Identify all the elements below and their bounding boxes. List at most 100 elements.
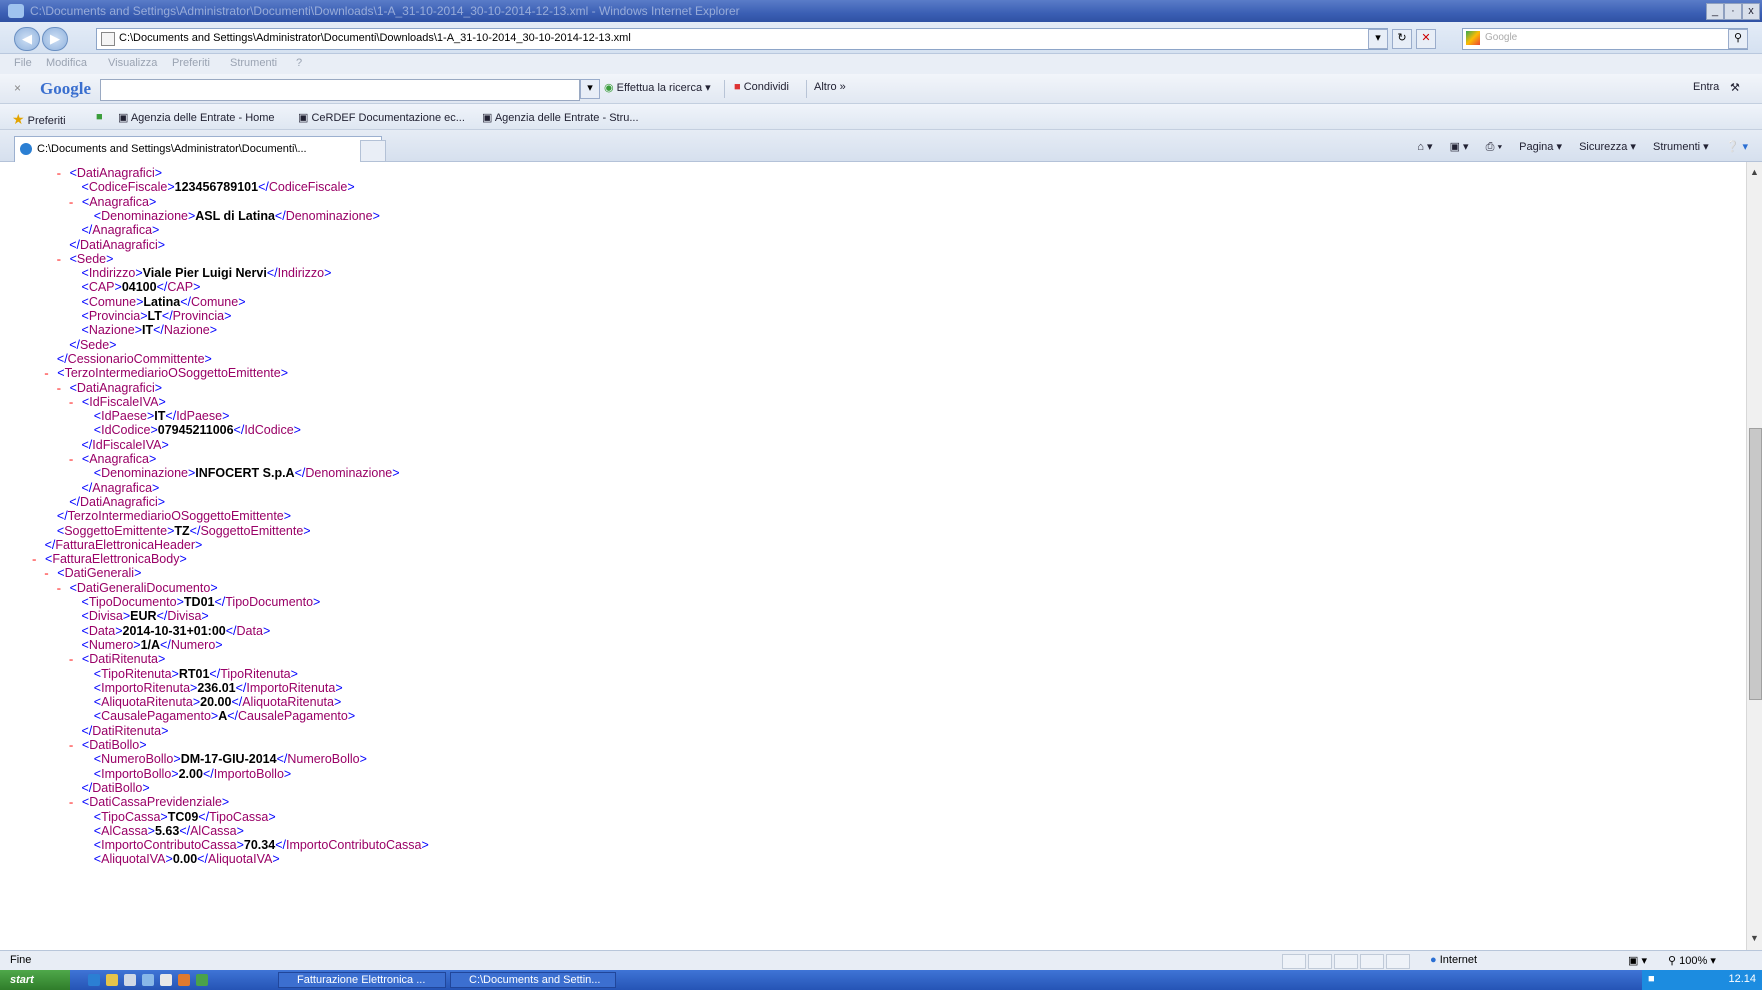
menu-file[interactable]: File — [14, 57, 32, 69]
scroll-down-icon[interactable]: ▼ — [1749, 932, 1760, 944]
vertical-scrollbar[interactable]: ▲ ▼ — [1746, 162, 1762, 950]
tools-menu[interactable]: Strumenti ▾ — [1653, 141, 1709, 153]
favorites-button[interactable]: ★ Preferiti — [12, 111, 66, 128]
xml-bracket: > — [114, 280, 122, 295]
xml-line[interactable]: - <DatiBollo> — [68, 738, 147, 753]
menu-strumenti[interactable]: Strumenti — [230, 57, 277, 69]
address-dropdown-button[interactable]: ▾ — [1368, 29, 1388, 49]
xml-bracket: </ — [274, 208, 286, 223]
google-search-input[interactable] — [100, 79, 580, 101]
xml-line[interactable]: - <DatiGenerali> — [43, 566, 142, 581]
app-quicklaunch-icon[interactable] — [142, 974, 154, 986]
tab-active[interactable]: C:\Documents and Settings\Administrator\… — [14, 136, 382, 163]
app-quicklaunch-icon[interactable] — [160, 974, 172, 986]
app-quicklaunch-icon[interactable] — [124, 974, 136, 986]
scroll-thumb[interactable] — [1749, 428, 1762, 700]
zoom-control[interactable]: ⚲ 100% ▾ — [1668, 954, 1716, 967]
help-icon[interactable]: ❔ ▾ — [1726, 141, 1748, 153]
signin-button[interactable]: Entra — [1693, 81, 1719, 93]
minimize-button[interactable]: _ — [1706, 3, 1724, 20]
search-button[interactable]: ⚲ — [1728, 29, 1748, 49]
collapse-toggle-icon[interactable]: - — [55, 167, 69, 181]
google-search-dropdown[interactable]: ▾ — [580, 79, 600, 99]
new-tab-button[interactable] — [360, 140, 386, 162]
taskbar-button[interactable]: Fatturazione Elettronica ... — [278, 972, 446, 988]
xml-line[interactable]: - <DatiAnagrafici> — [55, 166, 162, 181]
page-menu[interactable]: Pagina ▾ — [1519, 141, 1562, 153]
folder-quicklaunch-icon[interactable] — [106, 974, 118, 986]
more-button[interactable]: Altro » — [814, 81, 846, 93]
collapse-toggle-icon[interactable]: - — [68, 453, 82, 467]
collapse-toggle-icon[interactable]: - — [68, 653, 82, 667]
xml-line: <AliquotaIVA>0.00</AliquotaIVA> — [94, 852, 280, 866]
menu-modifica[interactable]: Modifica — [46, 57, 87, 69]
back-button[interactable]: ◀ — [14, 27, 40, 51]
xml-line[interactable]: - <TerzoIntermediarioOSoggettoEmittente> — [43, 366, 288, 381]
xml-bracket: < — [57, 366, 65, 381]
xml-line[interactable]: - <DatiGeneraliDocumento> — [55, 581, 217, 596]
app-quicklaunch-icon[interactable] — [178, 974, 190, 986]
maximize-button[interactable]: · — [1724, 3, 1742, 20]
xml-bracket: > — [283, 766, 292, 781]
xml-line[interactable]: - <Sede> — [55, 252, 113, 267]
safety-menu[interactable]: Sicurezza ▾ — [1579, 141, 1636, 153]
collapse-toggle-icon[interactable]: - — [68, 396, 82, 410]
collapse-toggle-icon[interactable]: - — [43, 367, 57, 381]
collapse-toggle-icon[interactable]: - — [55, 582, 69, 596]
xml-bracket: < — [93, 766, 102, 781]
menu-help[interactable]: ? — [296, 57, 302, 69]
xml-bracket: > — [303, 523, 311, 538]
menu-preferiti[interactable]: Preferiti — [172, 57, 210, 69]
xml-line[interactable]: - <Anagrafica> — [68, 452, 157, 467]
share-button[interactable]: ■ Condividi — [734, 81, 789, 93]
wrench-icon[interactable]: ⚒ — [1730, 81, 1740, 94]
xml-line[interactable]: - <DatiCassaPrevidenziale> — [68, 795, 230, 810]
feeds-icon[interactable]: ▣ ▾ — [1450, 141, 1469, 153]
stop-button[interactable]: ✕ — [1416, 29, 1436, 49]
separator — [724, 80, 725, 98]
xml-value: 236.01 — [197, 680, 236, 695]
address-bar[interactable]: C:\Documents and Settings\Administrator\… — [96, 28, 1388, 50]
google-search-button[interactable]: ◉ Effettua la ricerca ▾ — [604, 81, 711, 94]
collapse-toggle-icon[interactable]: - — [68, 796, 82, 810]
xml-tag: DatiRitenuta — [92, 723, 162, 738]
collapse-toggle-icon[interactable]: - — [55, 253, 69, 267]
ie-quicklaunch-icon[interactable] — [88, 974, 100, 986]
xml-line[interactable]: - <IdFiscaleIVA> — [68, 395, 166, 410]
print-icon[interactable]: ⎙ ▾ — [1486, 141, 1502, 153]
add-favorite-icon[interactable]: ■ — [96, 111, 103, 123]
xml-bracket: < — [93, 680, 102, 695]
xml-line[interactable]: - <FatturaElettronicaBody> — [31, 552, 187, 567]
xml-bracket: < — [81, 623, 89, 638]
xml-tag: FatturaElettronicaBody — [52, 552, 180, 567]
home-icon[interactable]: ⌂ ▾ — [1417, 141, 1432, 153]
collapse-toggle-icon[interactable]: - — [43, 567, 57, 581]
xml-tag: NumeroBollo — [287, 752, 360, 767]
start-button[interactable]: start — [0, 970, 70, 990]
xml-bracket: > — [262, 623, 271, 638]
favorite-link[interactable]: ▣ Agenzia delle Entrate - Home — [118, 111, 275, 124]
collapse-toggle-icon[interactable]: - — [68, 739, 82, 753]
menu-visualizza[interactable]: Visualizza — [108, 57, 157, 69]
xml-line[interactable]: - <DatiAnagrafici> — [55, 381, 162, 396]
xml-line[interactable]: - <DatiRitenuta> — [68, 652, 166, 667]
collapse-toggle-icon[interactable]: - — [68, 196, 82, 210]
collapse-toggle-icon[interactable]: - — [31, 553, 45, 567]
protected-mode-icon[interactable]: ▣ ▾ — [1628, 954, 1647, 967]
favorite-link[interactable]: ▣ CeRDEF Documentazione ec... — [298, 111, 465, 124]
network-icon[interactable]: ■ — [1648, 973, 1655, 985]
xml-line[interactable]: - <Anagrafica> — [68, 195, 157, 210]
search-input[interactable]: Google — [1462, 28, 1748, 50]
forward-button[interactable]: ▶ — [42, 27, 68, 51]
app-quicklaunch-icon[interactable] — [196, 974, 208, 986]
xml-tag: AliquotaRitenuta — [101, 695, 193, 710]
favorite-link[interactable]: ▣ Agenzia delle Entrate - Stru... — [482, 111, 639, 124]
close-button[interactable]: x — [1742, 3, 1760, 20]
collapse-toggle-icon[interactable]: - — [55, 382, 69, 396]
refresh-button[interactable]: ↻ — [1392, 29, 1412, 49]
scroll-up-icon[interactable]: ▲ — [1749, 166, 1760, 178]
close-toolbar-icon[interactable]: × — [14, 81, 21, 95]
xml-tag: DatiCassaPrevidenziale — [89, 795, 222, 810]
xml-tag: TerzoIntermediarioOSoggettoEmittente — [64, 366, 281, 381]
taskbar-button[interactable]: C:\Documents and Settin... — [450, 972, 616, 988]
